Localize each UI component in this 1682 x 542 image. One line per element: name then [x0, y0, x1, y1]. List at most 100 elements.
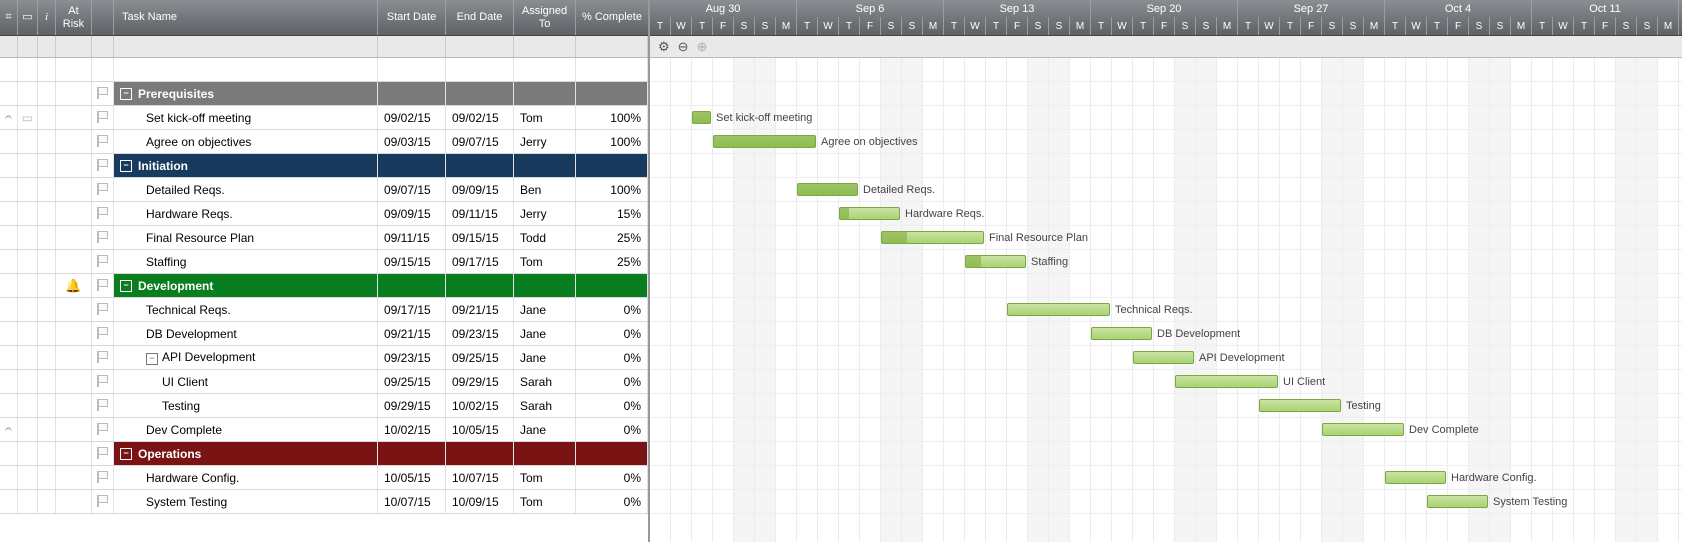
- task-row[interactable]: 𝄐▭Set kick-off meeting09/02/1509/02/15To…: [0, 106, 648, 130]
- task-row[interactable]: UI Client09/25/1509/29/15Sarah0%: [0, 370, 648, 394]
- end-date-cell[interactable]: 09/07/15: [446, 130, 514, 153]
- pct-complete-cell[interactable]: 25%: [576, 250, 648, 273]
- collapse-toggle-icon[interactable]: −: [120, 88, 132, 100]
- start-date-cell[interactable]: 09/15/15: [378, 250, 446, 273]
- end-date-cell[interactable]: 10/07/15: [446, 466, 514, 489]
- gantt-bar[interactable]: Final Resource Plan: [881, 231, 984, 244]
- assigned-to-cell[interactable]: Sarah: [514, 394, 576, 417]
- start-date-cell[interactable]: 09/03/15: [378, 130, 446, 153]
- task-row[interactable]: Hardware Reqs.09/09/1509/11/15Jerry15%: [0, 202, 648, 226]
- gantt-row[interactable]: Dev Complete: [650, 418, 1682, 442]
- assigned-to-cell[interactable]: Tom: [514, 490, 576, 513]
- gantt-row[interactable]: [650, 274, 1682, 298]
- pct-complete-cell[interactable]: 0%: [576, 394, 648, 417]
- task-row[interactable]: DB Development09/21/1509/23/15Jane0%: [0, 322, 648, 346]
- gantt-bar[interactable]: Detailed Reqs.: [797, 183, 858, 196]
- gantt-row[interactable]: DB Development: [650, 322, 1682, 346]
- collapse-toggle-icon[interactable]: −: [120, 160, 132, 172]
- gantt-row[interactable]: Set kick-off meeting: [650, 106, 1682, 130]
- col-header-comment[interactable]: ▭: [18, 0, 38, 35]
- assigned-to-cell[interactable]: Ben: [514, 178, 576, 201]
- task-row[interactable]: Detailed Reqs.09/07/1509/09/15Ben100%: [0, 178, 648, 202]
- start-date-cell[interactable]: 09/23/15: [378, 346, 446, 369]
- pct-complete-cell[interactable]: 15%: [576, 202, 648, 225]
- col-header-end-date[interactable]: End Date: [446, 0, 514, 35]
- gantt-bar[interactable]: Hardware Reqs.: [839, 207, 900, 220]
- pct-complete-cell[interactable]: 0%: [576, 490, 648, 513]
- col-header-info[interactable]: i: [38, 0, 56, 35]
- assigned-to-cell[interactable]: Jerry: [514, 202, 576, 225]
- end-date-cell[interactable]: 09/21/15: [446, 298, 514, 321]
- pct-complete-cell[interactable]: 0%: [576, 346, 648, 369]
- col-header-at-risk[interactable]: At Risk: [56, 0, 92, 35]
- phase-row[interactable]: −Operations: [0, 442, 648, 466]
- assigned-to-cell[interactable]: Jane: [514, 346, 576, 369]
- gantt-row[interactable]: Hardware Reqs.: [650, 202, 1682, 226]
- gantt-bar[interactable]: System Testing: [1427, 495, 1488, 508]
- start-date-cell[interactable]: 10/07/15: [378, 490, 446, 513]
- task-row[interactable]: Testing09/29/1510/02/15Sarah0%: [0, 394, 648, 418]
- start-date-cell[interactable]: 09/09/15: [378, 202, 446, 225]
- start-date-cell[interactable]: 09/29/15: [378, 394, 446, 417]
- assigned-to-cell[interactable]: Jane: [514, 298, 576, 321]
- gantt-row[interactable]: Detailed Reqs.: [650, 178, 1682, 202]
- col-header-task-name[interactable]: Task Name: [114, 0, 378, 35]
- start-date-cell[interactable]: 09/02/15: [378, 106, 446, 129]
- gantt-row[interactable]: [650, 442, 1682, 466]
- blank-row[interactable]: [0, 58, 648, 82]
- end-date-cell[interactable]: 09/17/15: [446, 250, 514, 273]
- end-date-cell[interactable]: 09/25/15: [446, 346, 514, 369]
- start-date-cell[interactable]: 09/21/15: [378, 322, 446, 345]
- end-date-cell[interactable]: 09/02/15: [446, 106, 514, 129]
- gantt-bar[interactable]: DB Development: [1091, 327, 1152, 340]
- gantt-row[interactable]: UI Client: [650, 370, 1682, 394]
- collapse-toggle-icon[interactable]: −: [120, 448, 132, 460]
- zoom-in-icon[interactable]: ⊕: [697, 39, 708, 55]
- end-date-cell[interactable]: 09/29/15: [446, 370, 514, 393]
- gantt-row[interactable]: API Development: [650, 346, 1682, 370]
- pct-complete-cell[interactable]: 0%: [576, 418, 648, 441]
- col-header-assigned-to[interactable]: Assigned To: [514, 0, 576, 35]
- gantt-bar[interactable]: Technical Reqs.: [1007, 303, 1110, 316]
- paperclip-icon[interactable]: 𝄐: [5, 422, 12, 437]
- col-header-start-date[interactable]: Start Date: [378, 0, 446, 35]
- task-row[interactable]: Hardware Config.10/05/1510/07/15Tom0%: [0, 466, 648, 490]
- end-date-cell[interactable]: 09/15/15: [446, 226, 514, 249]
- phase-row[interactable]: −Prerequisites: [0, 82, 648, 106]
- gantt-bar[interactable]: Staffing: [965, 255, 1026, 268]
- end-date-cell[interactable]: 09/11/15: [446, 202, 514, 225]
- task-row[interactable]: System Testing10/07/1510/09/15Tom0%: [0, 490, 648, 514]
- gantt-bar[interactable]: Agree on objectives: [713, 135, 816, 148]
- col-header-flag[interactable]: [92, 0, 114, 35]
- gantt-bar[interactable]: UI Client: [1175, 375, 1278, 388]
- gantt-row[interactable]: [650, 154, 1682, 178]
- pct-complete-cell[interactable]: 100%: [576, 130, 648, 153]
- gantt-row[interactable]: Agree on objectives: [650, 130, 1682, 154]
- gantt-row[interactable]: System Testing: [650, 490, 1682, 514]
- task-row[interactable]: −API Development09/23/1509/25/15Jane0%: [0, 346, 648, 370]
- assigned-to-cell[interactable]: Jerry: [514, 130, 576, 153]
- phase-row[interactable]: 🔔−Development: [0, 274, 648, 298]
- assigned-to-cell[interactable]: Tom: [514, 106, 576, 129]
- pct-complete-cell[interactable]: 0%: [576, 322, 648, 345]
- task-row[interactable]: Final Resource Plan09/11/1509/15/15Todd2…: [0, 226, 648, 250]
- pct-complete-cell[interactable]: 25%: [576, 226, 648, 249]
- start-date-cell[interactable]: 09/25/15: [378, 370, 446, 393]
- task-row[interactable]: 𝄐Dev Complete10/02/1510/05/15Jane0%: [0, 418, 648, 442]
- pct-complete-cell[interactable]: 100%: [576, 178, 648, 201]
- pct-complete-cell[interactable]: 0%: [576, 466, 648, 489]
- gantt-row[interactable]: [650, 58, 1682, 82]
- phase-row[interactable]: −Initiation: [0, 154, 648, 178]
- task-row[interactable]: Staffing09/15/1509/17/15Tom25%: [0, 250, 648, 274]
- gantt-bar[interactable]: Dev Complete: [1322, 423, 1404, 436]
- gear-icon[interactable]: ⚙: [658, 39, 670, 55]
- start-date-cell[interactable]: 10/05/15: [378, 466, 446, 489]
- start-date-cell[interactable]: 09/07/15: [378, 178, 446, 201]
- start-date-cell[interactable]: 10/02/15: [378, 418, 446, 441]
- assigned-to-cell[interactable]: Jane: [514, 418, 576, 441]
- gantt-bar[interactable]: API Development: [1133, 351, 1194, 364]
- assigned-to-cell[interactable]: Tom: [514, 250, 576, 273]
- col-header-pct-complete[interactable]: % Complete: [576, 0, 648, 35]
- gantt-row[interactable]: Staffing: [650, 250, 1682, 274]
- assigned-to-cell[interactable]: Sarah: [514, 370, 576, 393]
